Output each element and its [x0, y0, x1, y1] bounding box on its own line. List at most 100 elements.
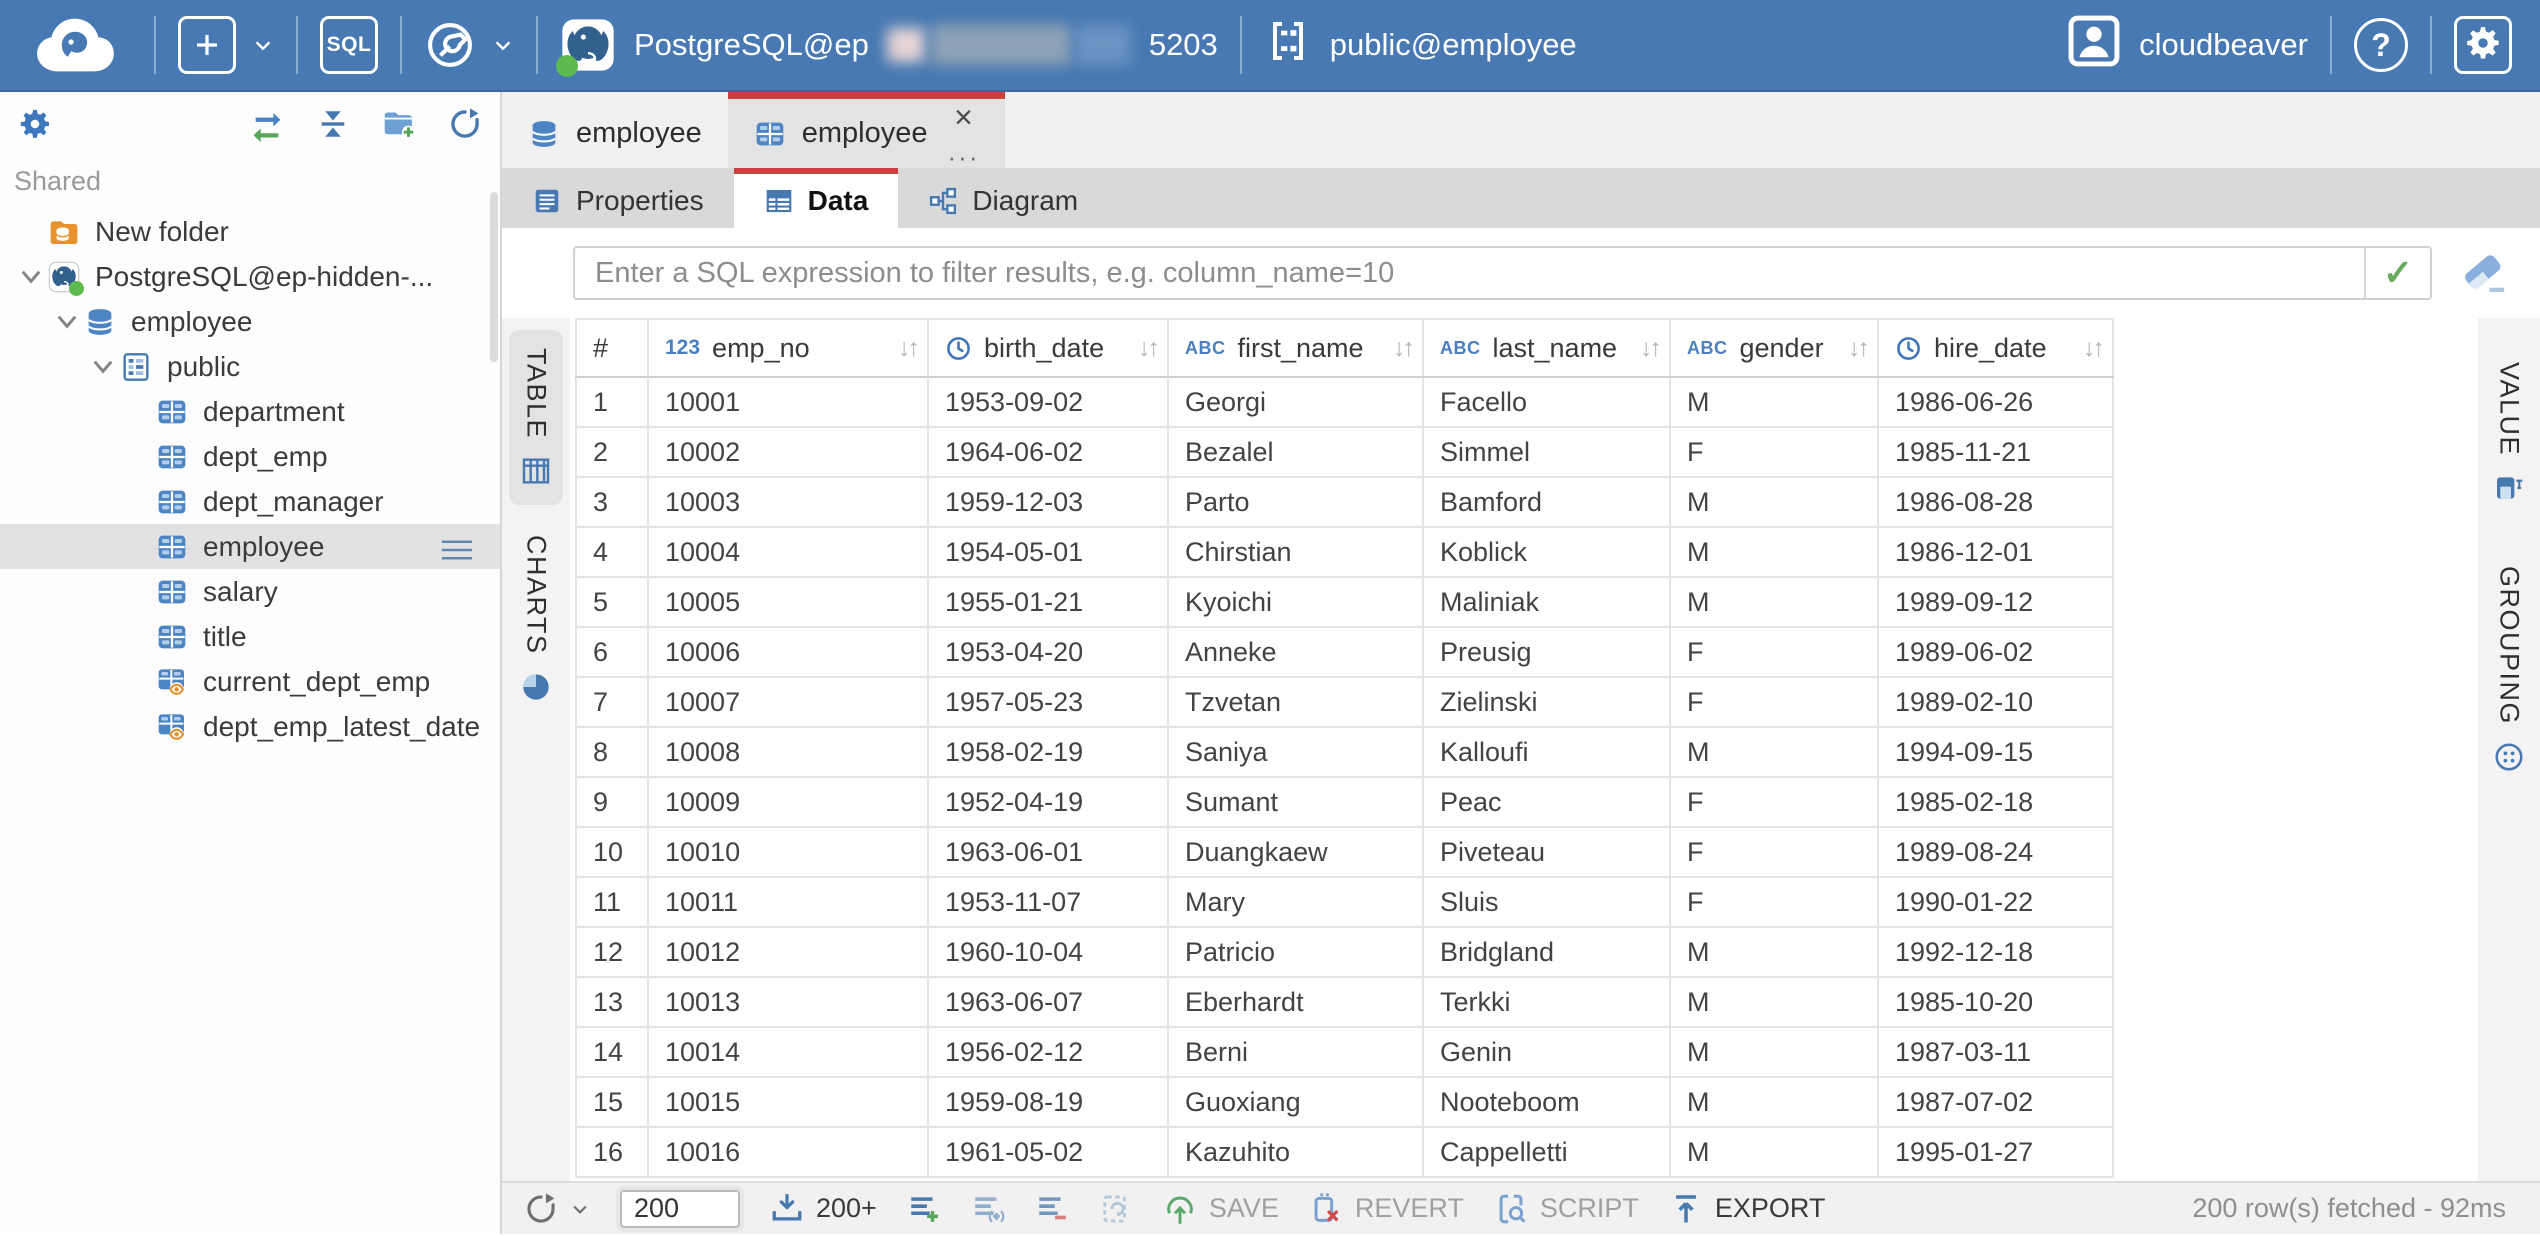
row-number-cell[interactable]: 3 [576, 477, 648, 527]
close-icon[interactable]: × [954, 102, 973, 132]
cell[interactable]: Kyoichi [1168, 577, 1423, 627]
column-header-gender[interactable]: ABCgender↓↑ [1670, 319, 1878, 377]
row-number-cell[interactable]: 1 [576, 377, 648, 427]
cell[interactable]: M [1670, 1077, 1878, 1127]
cell[interactable]: F [1670, 677, 1878, 727]
cell[interactable]: 10010 [648, 827, 928, 877]
cell[interactable]: Maliniak [1423, 577, 1670, 627]
cell[interactable]: 1985-10-20 [1878, 977, 2113, 1027]
tree-item-employee[interactable]: employee [0, 299, 500, 344]
item-menu-icon[interactable] [440, 536, 474, 558]
cell[interactable]: 1987-03-11 [1878, 1027, 2113, 1077]
cell[interactable]: Berni [1168, 1027, 1423, 1077]
settings-button[interactable] [2454, 16, 2512, 74]
cell[interactable]: 1986-06-26 [1878, 377, 2113, 427]
tree-item-employee[interactable]: employee [0, 524, 500, 569]
cell[interactable]: 10002 [648, 427, 928, 477]
sort-icon[interactable]: ↓↑ [1393, 334, 1412, 363]
row-number-cell[interactable]: 13 [576, 977, 648, 1027]
row-number-cell[interactable]: 7 [576, 677, 648, 727]
refresh-icon[interactable] [448, 107, 482, 141]
driver-tools-button[interactable] [424, 19, 514, 71]
cell[interactable]: M [1670, 377, 1878, 427]
cell[interactable]: 1961-05-02 [928, 1127, 1168, 1177]
tree-item-department[interactable]: department [0, 389, 500, 434]
presentation-tab-grouping[interactable]: GROUPING [2482, 548, 2536, 791]
save-button[interactable]: SAVE [1163, 1192, 1279, 1226]
cell[interactable]: 1956-02-12 [928, 1027, 1168, 1077]
cell[interactable]: 10008 [648, 727, 928, 777]
cell[interactable]: 10012 [648, 927, 928, 977]
cell[interactable]: 10015 [648, 1077, 928, 1127]
cell[interactable]: Terkki [1423, 977, 1670, 1027]
cell[interactable]: 10005 [648, 577, 928, 627]
cell[interactable]: 10009 [648, 777, 928, 827]
column-header-hire_date[interactable]: hire_date↓↑ [1878, 319, 2113, 377]
schema-selector[interactable]: public@employee [1264, 17, 1577, 73]
cell[interactable]: Peac [1423, 777, 1670, 827]
row-number-cell[interactable]: 6 [576, 627, 648, 677]
cell[interactable]: 1960-10-04 [928, 927, 1168, 977]
link-with-editor-icon[interactable] [250, 107, 284, 141]
cell[interactable]: Kazuhito [1168, 1127, 1423, 1177]
tab-properties[interactable]: Properties [502, 168, 734, 228]
row-number-cell[interactable]: 10 [576, 827, 648, 877]
help-button[interactable]: ? [2354, 18, 2408, 72]
cell[interactable]: Saniya [1168, 727, 1423, 777]
sort-icon[interactable]: ↓↑ [898, 334, 917, 363]
cell[interactable]: M [1670, 477, 1878, 527]
cell[interactable]: Bamford [1423, 477, 1670, 527]
cell[interactable]: Parto [1168, 477, 1423, 527]
tree-item-title[interactable]: title [0, 614, 500, 659]
row-number-cell[interactable]: 9 [576, 777, 648, 827]
cell[interactable]: Bridgland [1423, 927, 1670, 977]
cell[interactable]: 1953-09-02 [928, 377, 1168, 427]
tree-item-new-folder[interactable]: New folder [0, 209, 500, 254]
cell[interactable]: 1953-11-07 [928, 877, 1168, 927]
cell[interactable]: Tzvetan [1168, 677, 1423, 727]
cell[interactable]: 1989-02-10 [1878, 677, 2113, 727]
cell[interactable]: Koblick [1423, 527, 1670, 577]
cell[interactable]: Anneke [1168, 627, 1423, 677]
tab-employee-table[interactable]: employee × ··· [728, 92, 1006, 168]
cell[interactable]: 10006 [648, 627, 928, 677]
sql-filter-input[interactable] [575, 248, 2364, 298]
cell[interactable]: 10011 [648, 877, 928, 927]
cell[interactable]: M [1670, 1027, 1878, 1077]
chevron-down-icon[interactable] [14, 265, 48, 289]
row-number-cell[interactable]: 2 [576, 427, 648, 477]
apply-filter-button[interactable]: ✓ [2364, 248, 2430, 298]
cell[interactable]: 1985-02-18 [1878, 777, 2113, 827]
tree-item-public[interactable]: public [0, 344, 500, 389]
cell[interactable]: 1985-11-21 [1878, 427, 2113, 477]
cell[interactable]: 1963-06-07 [928, 977, 1168, 1027]
cell[interactable]: 10007 [648, 677, 928, 727]
cell[interactable]: 1990-01-22 [1878, 877, 2113, 927]
presentation-tab-charts[interactable]: CHARTS [509, 517, 563, 721]
tab-data[interactable]: Data [734, 168, 899, 228]
clear-filter-button[interactable] [2458, 251, 2510, 295]
cell[interactable]: 10013 [648, 977, 928, 1027]
column-header-rownum[interactable]: # [576, 319, 648, 377]
cell[interactable]: Kalloufi [1423, 727, 1670, 777]
row-number-cell[interactable]: 5 [576, 577, 648, 627]
cell[interactable]: 1989-06-02 [1878, 627, 2113, 677]
cell[interactable]: 1952-04-19 [928, 777, 1168, 827]
cell[interactable]: Piveteau [1423, 827, 1670, 877]
cell[interactable]: M [1670, 1127, 1878, 1177]
refresh-results-button[interactable] [524, 1192, 590, 1226]
tree-item-postgresql-ep-hidden-[interactable]: PostgreSQL@ep-hidden-... [0, 254, 500, 299]
row-number-cell[interactable]: 16 [576, 1127, 648, 1177]
cell[interactable]: Cappelletti [1423, 1127, 1670, 1177]
tree-item-current-dept-emp[interactable]: current_dept_emp [0, 659, 500, 704]
cell[interactable]: Preusig [1423, 627, 1670, 677]
cell[interactable]: F [1670, 777, 1878, 827]
new-object-button[interactable] [178, 16, 274, 74]
cell[interactable]: 10016 [648, 1127, 928, 1177]
cell[interactable]: F [1670, 827, 1878, 877]
cell[interactable]: 1959-12-03 [928, 477, 1168, 527]
revert-button[interactable]: REVERT [1309, 1192, 1464, 1226]
sql-editor-button[interactable]: SQL [320, 16, 378, 74]
row-number-cell[interactable]: 15 [576, 1077, 648, 1127]
cell[interactable]: Georgi [1168, 377, 1423, 427]
